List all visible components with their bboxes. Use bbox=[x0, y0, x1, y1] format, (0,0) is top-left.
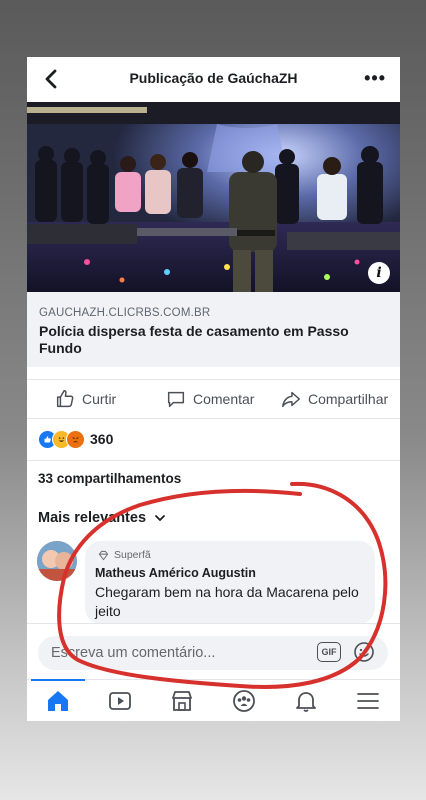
comment-button[interactable]: Comentar bbox=[165, 380, 254, 418]
bottom-tab-bar bbox=[27, 679, 400, 721]
comment-author[interactable]: Matheus Américo Augustin bbox=[95, 566, 256, 580]
emoji-icon[interactable] bbox=[353, 641, 375, 663]
thumbs-up-icon bbox=[56, 390, 74, 408]
info-icon[interactable]: i bbox=[368, 262, 390, 284]
like-button[interactable]: Curtir bbox=[54, 380, 116, 418]
notifications-tab[interactable] bbox=[275, 680, 337, 721]
facebook-post-screen: Publicação de GaúchaZH ••• i GAUCHAZH.CL… bbox=[27, 57, 400, 721]
gif-button[interactable]: GIF bbox=[317, 642, 341, 662]
avatar[interactable] bbox=[37, 541, 77, 581]
link-preview[interactable]: GAUCHAZH.CLICRBS.COM.BR Polícia dispersa… bbox=[27, 292, 400, 367]
bell-icon bbox=[296, 692, 316, 712]
watch-icon bbox=[109, 692, 131, 710]
comment-composer-bar: Escreva um comentário... GIF bbox=[27, 623, 400, 680]
menu-icon bbox=[357, 693, 379, 709]
chevron-left-icon[interactable] bbox=[40, 67, 62, 91]
menu-tab[interactable] bbox=[337, 680, 399, 721]
comment-sort-dropdown[interactable]: Mais relevantes bbox=[38, 510, 166, 526]
page-title: Publicação de GaúchaZH bbox=[129, 70, 298, 86]
groups-icon bbox=[233, 690, 255, 712]
share-label: Compartilhar bbox=[308, 391, 389, 407]
diamond-icon bbox=[98, 550, 109, 560]
home-tab[interactable] bbox=[27, 679, 89, 721]
marketplace-icon bbox=[172, 691, 192, 711]
home-icon bbox=[48, 691, 68, 711]
divider bbox=[27, 460, 400, 461]
top-bar: Publicação de GaúchaZH ••• bbox=[27, 57, 400, 102]
angry-icon bbox=[66, 429, 85, 449]
comment-label: Comentar bbox=[193, 391, 255, 407]
link-headline[interactable]: Polícia dispersa festa de casamento em P… bbox=[39, 323, 379, 357]
comment-input[interactable]: Escreva um comentário... GIF bbox=[38, 636, 388, 670]
groups-tab[interactable] bbox=[213, 680, 275, 721]
post-photo[interactable]: i bbox=[27, 102, 400, 292]
chevron-down-icon bbox=[155, 515, 165, 521]
comment-bubble-icon bbox=[167, 391, 185, 408]
share-button[interactable]: Compartilhar bbox=[280, 380, 388, 418]
share-arrow-icon bbox=[282, 391, 300, 408]
sort-label: Mais relevantes bbox=[38, 510, 147, 526]
share-count[interactable]: 33 compartilhamentos bbox=[38, 471, 181, 486]
comment-bubble[interactable]: Superfã Matheus Américo Augustin Chegara… bbox=[85, 541, 375, 624]
party-scene-image bbox=[27, 102, 400, 292]
like-label: Curtir bbox=[82, 391, 117, 407]
reactions-summary[interactable]: 360 bbox=[38, 428, 113, 450]
post-actions: Curtir Comentar Compartilhar bbox=[27, 379, 400, 419]
comment-item: Superfã Matheus Américo Augustin Chegara… bbox=[37, 541, 397, 625]
comment-text: Chegaram bem na hora da Macarena pelo je… bbox=[95, 584, 359, 619]
superfan-badge: Superfã bbox=[98, 549, 151, 561]
marketplace-tab[interactable] bbox=[151, 680, 213, 721]
more-dots-icon[interactable]: ••• bbox=[364, 68, 386, 89]
watch-tab[interactable] bbox=[89, 680, 151, 721]
reaction-count: 360 bbox=[90, 431, 114, 447]
comment-placeholder: Escreva um comentário... bbox=[51, 645, 216, 661]
superfan-label: Superfã bbox=[114, 549, 151, 561]
link-domain: GAUCHAZH.CLICRBS.COM.BR bbox=[39, 307, 211, 319]
